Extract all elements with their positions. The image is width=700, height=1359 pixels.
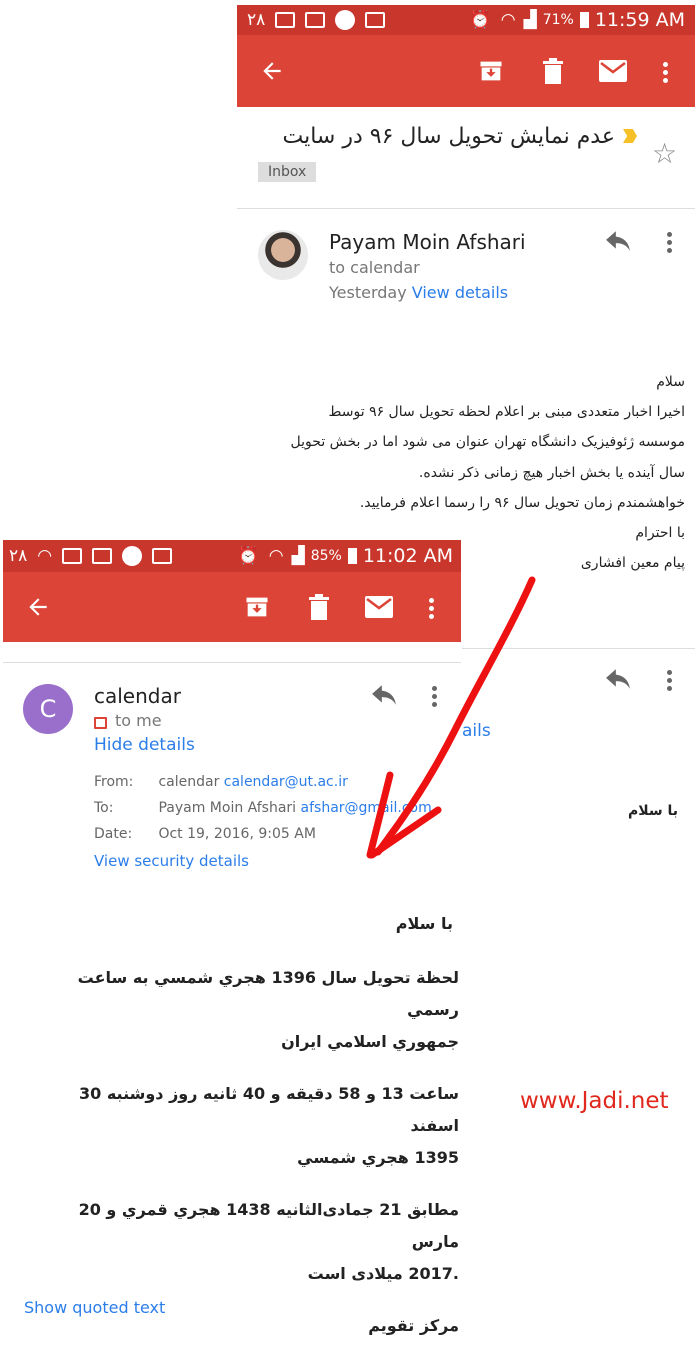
battery-icon <box>347 548 357 564</box>
recipient: to me <box>115 711 162 730</box>
body-line: لحظة تحويل سال 1396 هجري شمسي به ساعت رس… <box>77 968 459 1019</box>
status-number: ۲۸ <box>247 10 266 30</box>
avatar-letter: C <box>39 695 57 723</box>
body-line: .2017 میلادی است <box>307 1264 459 1283</box>
gallery-icon <box>305 12 326 28</box>
recipient: to calendar <box>329 258 420 277</box>
sender-name: calendar <box>94 684 181 708</box>
status-bar: ۲۸ ◠ ⏰ ◠ ▟ 85% 11:02 AM <box>3 540 461 572</box>
email-subject: عدم نمایش تحویل سال ۹۶ در سایت <box>282 123 615 149</box>
wifi-icon: ◠ <box>500 10 516 30</box>
telegram-icon <box>122 546 143 566</box>
status-bar: ۲۸ ⏰ ◠ ▟ 71% 11:59 AM <box>237 5 695 35</box>
watermark: www.Jadi.net <box>520 1088 669 1114</box>
message-menu-icon[interactable] <box>667 229 672 256</box>
to-name: Payam Moin Afshari <box>158 800 297 816</box>
status-number: ۲۸ <box>9 546 28 566</box>
email-date: Yesterday <box>329 283 407 302</box>
wifi-icon: ◠ <box>37 546 53 566</box>
recipient-row: to me <box>94 711 162 730</box>
sender-name: Payam Moin Afshari <box>329 230 526 254</box>
status-time: 11:02 AM <box>362 545 453 567</box>
delete-icon[interactable] <box>307 593 331 621</box>
gmail-icon <box>275 12 296 28</box>
app-bar <box>237 35 695 107</box>
red-arrow-annotation <box>366 576 536 859</box>
body-line: خواهشمندم زمان تحویل سال ۹۶ را رسما اعلا… <box>359 494 685 511</box>
signal-icon: ▟ <box>523 10 537 30</box>
battery-percent: 85% <box>310 548 342 564</box>
from-email[interactable]: calendar@ut.ac.ir <box>224 774 348 790</box>
alarm-icon: ⏰ <box>237 546 259 566</box>
battery-percent: 71% <box>542 12 574 28</box>
lock-icon <box>94 716 107 729</box>
body-line: موسسه ژئوفیزیک دانشگاه تهران عنوان می شو… <box>290 434 685 451</box>
body-line: سال آینده یا بخش اخبار هیچ زمانی ذکر نشد… <box>418 464 685 481</box>
mail-icon <box>152 548 173 564</box>
date-label: Date: <box>94 826 133 842</box>
importance-marker-icon[interactable] <box>623 129 637 143</box>
view-details-link[interactable]: View details <box>412 283 508 302</box>
sender-avatar: C <box>23 684 73 734</box>
from-name: calendar <box>158 774 220 790</box>
reply-icon[interactable] <box>605 230 631 252</box>
wifi-icon: ◠ <box>268 546 284 566</box>
mail-icon <box>365 12 386 28</box>
delete-icon[interactable] <box>541 57 565 85</box>
archive-icon[interactable] <box>243 593 271 621</box>
back-arrow-icon[interactable] <box>259 58 285 84</box>
subject-row: عدم نمایش تحویل سال ۹۶ در سایت <box>257 118 637 154</box>
alarm-icon: ⏰ <box>469 10 491 30</box>
show-quoted-text-link[interactable]: Show quoted text <box>24 1298 165 1317</box>
body-line: اخیرا اخبار متعددی مبنی بر اعلام لحظه تح… <box>328 404 685 421</box>
to-label: To: <box>94 800 114 816</box>
signal-icon: ▟ <box>291 546 305 566</box>
underlay-reply-icon[interactable] <box>605 668 631 690</box>
body-line: مطابق 21 جمادی‌الثانيه 1438 هجري قمري و … <box>78 1200 459 1251</box>
divider <box>237 208 695 209</box>
telegram-icon <box>335 10 356 30</box>
gallery-icon <box>62 548 83 564</box>
inbox-label[interactable]: Inbox <box>258 162 317 182</box>
greeting: با سلام <box>395 914 453 933</box>
date-row: Yesterday View details <box>329 283 508 302</box>
mark-unread-icon[interactable] <box>599 60 627 82</box>
body-line: 1395 هجري شمسي <box>297 1148 459 1167</box>
message-body: با سلام لحظة تحويل سال 1396 هجري شمسي به… <box>59 908 459 1342</box>
battery-icon <box>579 12 589 28</box>
status-time: 11:59 AM <box>594 9 685 31</box>
star-icon[interactable]: ☆ <box>652 137 677 170</box>
hide-details-link[interactable]: Hide details <box>94 735 195 755</box>
gmail-icon <box>92 548 113 564</box>
underlay-greeting: با سلام <box>628 803 679 819</box>
body-line: ساعت 13 و 58 دقيقه و 40 ثانيه روز دوشنبه… <box>79 1084 459 1135</box>
view-security-link[interactable]: View security details <box>94 852 249 870</box>
underlay-menu-icon[interactable] <box>667 667 672 694</box>
body-line: سلام <box>656 374 685 390</box>
date-value: Oct 19, 2016, 9:05 AM <box>158 826 316 842</box>
body-line: جمهوري اسلامي ايران <box>281 1032 459 1051</box>
archive-icon[interactable] <box>477 57 505 85</box>
back-arrow-icon[interactable] <box>25 594 51 620</box>
sender-avatar <box>258 230 308 280</box>
from-label: From: <box>94 774 134 790</box>
more-options-icon[interactable] <box>663 59 668 86</box>
